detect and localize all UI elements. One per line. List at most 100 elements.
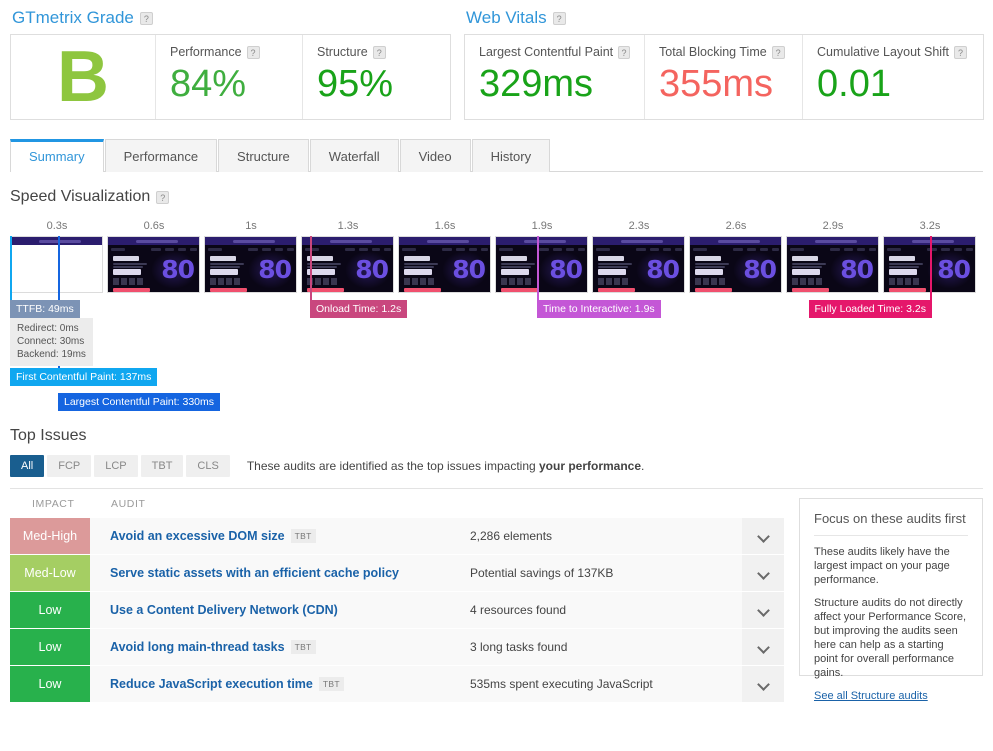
- help-icon[interactable]: ?: [139, 11, 153, 25]
- chevron-down-icon: [758, 679, 769, 690]
- frame-headline: [501, 256, 527, 261]
- help-icon[interactable]: ?: [246, 45, 260, 59]
- audit-link[interactable]: Reduce JavaScript execution time: [110, 677, 313, 691]
- frame-subline: [404, 266, 434, 268]
- table-row: Low Avoid long main-thread tasks TBT 3 long…: [10, 629, 784, 665]
- fully-loaded-marker-label: Fully Loaded Time: 3.2s: [808, 300, 932, 318]
- focus-panel-paragraph-1: These audits likely have the largest imp…: [814, 546, 950, 586]
- filter-chip-lcp[interactable]: LCP: [94, 455, 138, 477]
- ttfb-redirect: Redirect: 0ms: [17, 323, 79, 334]
- speed-visualization-filmstrip: 0.3s 0.6s 1s 1.3s 1.6s 1.9s 2.3s 2.6s 2.9s 3.2s 8…: [0, 220, 993, 411]
- filmstrip-frame-4[interactable]: 80: [398, 236, 491, 293]
- browser-chrome-bar: [302, 237, 393, 245]
- help-icon[interactable]: ?: [618, 45, 630, 59]
- frame-cta-button: [695, 288, 732, 292]
- tab-summary[interactable]: Summary: [10, 139, 104, 172]
- frame-subline: [598, 263, 632, 265]
- help-icon[interactable]: ?: [552, 11, 566, 25]
- frame-subline: [113, 263, 147, 265]
- see-all-structure-audits-link[interactable]: See all Structure audits: [814, 690, 928, 702]
- audit-value: 4 resources found: [462, 592, 742, 628]
- filter-chip-fcp[interactable]: FCP: [47, 455, 92, 477]
- frame-subline: [889, 263, 923, 265]
- filter-chip-cls[interactable]: CLS: [186, 455, 230, 477]
- frame-subline: [792, 263, 826, 265]
- filmstrip-frame-1[interactable]: 80: [107, 236, 200, 293]
- gtmetrix-report-page: GTmetrix Grade ? B Performance ? 84% Str…: [0, 0, 993, 751]
- help-icon[interactable]: ?: [372, 45, 386, 59]
- speed-visualization-title-text: Speed Visualization: [10, 188, 151, 205]
- filmstrip-frame-7[interactable]: 80: [689, 236, 782, 293]
- frame-page-screenshot: 80: [399, 245, 490, 292]
- frame-headline: [695, 256, 721, 261]
- audit-link[interactable]: Avoid long main-thread tasks: [110, 640, 285, 654]
- frame-swatches: [598, 278, 628, 285]
- filmstrip-frame-5[interactable]: 80: [495, 236, 588, 293]
- audit-cell: Reduce JavaScript execution time TBT: [90, 666, 462, 702]
- top-issues-note: These audits are identified as the top i…: [247, 459, 645, 473]
- frame-price: [792, 269, 820, 275]
- frame-hero-number: 80: [161, 255, 195, 284]
- filter-chip-all[interactable]: All: [10, 455, 45, 477]
- frame-hero-number: 80: [355, 255, 389, 284]
- performance-card: Performance ? 84%: [156, 35, 303, 119]
- web-vitals-panel: Web Vitals ? Largest Contentful Paint ? …: [464, 8, 984, 120]
- timeline-tick-0: 0.3s: [46, 220, 68, 232]
- filmstrip-frame-3[interactable]: 80: [301, 236, 394, 293]
- frame-subline: [792, 266, 822, 268]
- expand-row-button[interactable]: [742, 555, 784, 591]
- filmstrip-frame-6[interactable]: 80: [592, 236, 685, 293]
- cls-label-text: Cumulative Layout Shift: [817, 45, 950, 59]
- frame-subline: [598, 266, 628, 268]
- audit-link[interactable]: Use a Content Delivery Network (CDN): [110, 603, 338, 617]
- frame-cta-button: [113, 288, 150, 292]
- grade-letter: B: [57, 37, 109, 117]
- frame-page-screenshot: 80: [593, 245, 684, 292]
- frame-swatches: [501, 278, 531, 285]
- tab-structure[interactable]: Structure: [218, 139, 309, 172]
- browser-chrome-bar: [205, 237, 296, 245]
- frame-headline: [792, 256, 818, 261]
- filmstrip-frame-0[interactable]: [10, 236, 103, 293]
- filter-chip-tbt[interactable]: TBT: [140, 455, 184, 477]
- top-issues-title: Top Issues: [10, 427, 87, 444]
- expand-row-button[interactable]: [742, 592, 784, 628]
- browser-chrome-bar: [690, 237, 781, 245]
- focus-panel-paragraph-2: Structure audits do not directly affect …: [814, 597, 967, 679]
- filmstrip-frame-8[interactable]: 80: [786, 236, 879, 293]
- focus-panel-title: Focus on these audits first: [814, 511, 968, 536]
- gtmetrix-grade-panel: GTmetrix Grade ? B Performance ? 84% Str…: [10, 8, 451, 120]
- frame-page-screenshot: 80: [690, 245, 781, 292]
- focus-panel: Focus on these audits first These audits…: [799, 498, 983, 702]
- time-to-interactive-marker-label: Time to Interactive: 1.9s: [537, 300, 661, 318]
- audit-cell: Avoid an excessive DOM size TBT: [90, 518, 462, 554]
- audit-cell: Use a Content Delivery Network (CDN): [90, 592, 462, 628]
- tab-waterfall[interactable]: Waterfall: [309, 139, 399, 172]
- frame-headline: [598, 256, 624, 261]
- frame-hero-number: 80: [549, 255, 583, 284]
- help-icon[interactable]: ?: [771, 45, 785, 59]
- tab-video[interactable]: Video: [399, 139, 471, 172]
- top-issues-column-headers: IMPACT AUDIT: [10, 489, 784, 518]
- frame-subline: [695, 263, 729, 265]
- browser-chrome-bar: [496, 237, 587, 245]
- help-icon[interactable]: ?: [156, 190, 170, 204]
- expand-row-button[interactable]: [742, 629, 784, 665]
- frame-subline: [695, 266, 725, 268]
- expand-row-button[interactable]: [742, 518, 784, 554]
- audit-value: Potential savings of 137KB: [462, 555, 742, 591]
- grade-card: B: [11, 35, 156, 119]
- tab-performance[interactable]: Performance: [104, 139, 218, 172]
- tab-video-label: Video: [418, 149, 452, 164]
- timeline-tick-5: 1.9s: [531, 220, 553, 232]
- timeline-tick-7: 2.6s: [725, 220, 747, 232]
- frame-headline: [113, 256, 139, 261]
- frame-page-screenshot: 80: [205, 245, 296, 292]
- audit-link[interactable]: Avoid an excessive DOM size: [110, 529, 285, 543]
- filmstrip-frame-2[interactable]: 80: [204, 236, 297, 293]
- help-icon[interactable]: ?: [954, 45, 968, 59]
- audit-link[interactable]: Serve static assets with an efficient ca…: [110, 566, 399, 580]
- audit-cell: Avoid long main-thread tasks TBT: [90, 629, 462, 665]
- expand-row-button[interactable]: [742, 666, 784, 702]
- tab-history[interactable]: History: [471, 139, 551, 172]
